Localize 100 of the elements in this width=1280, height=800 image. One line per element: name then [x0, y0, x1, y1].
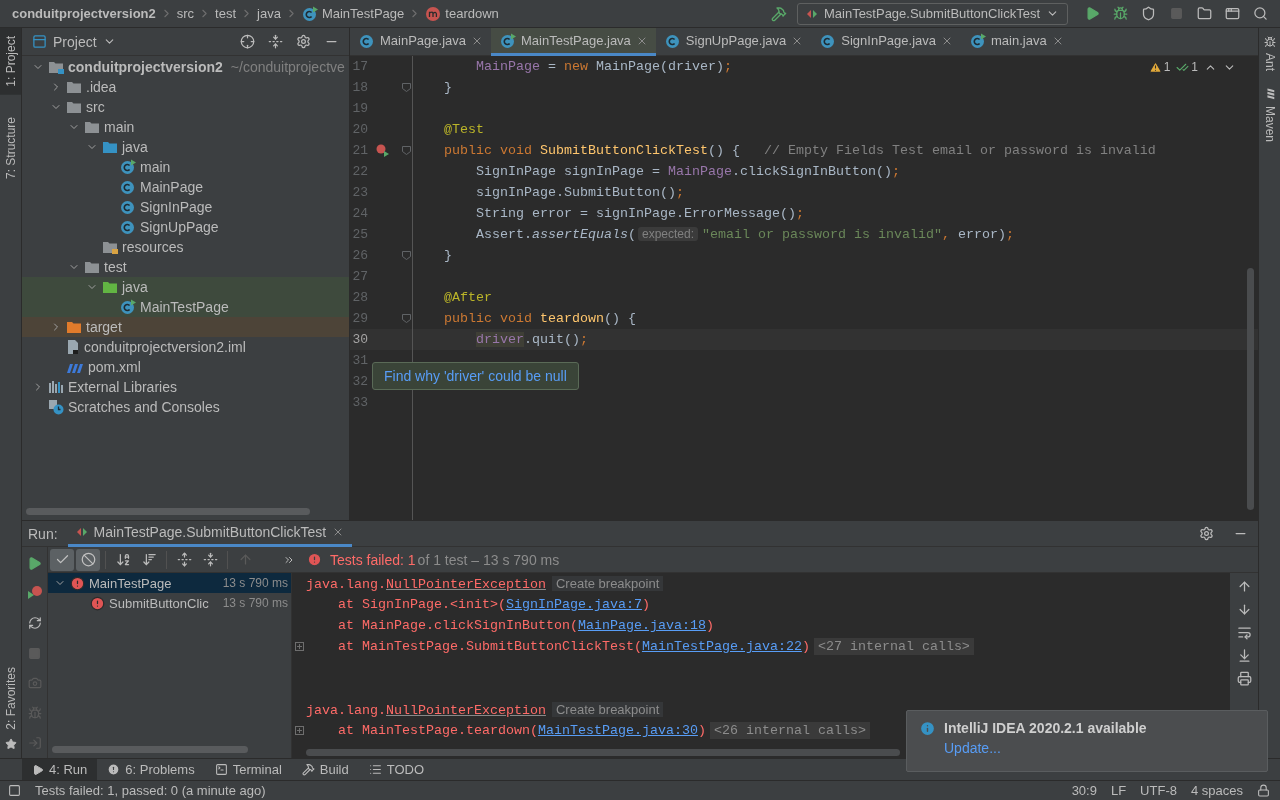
folder-icon: [48, 60, 64, 74]
run-test-icon[interactable]: [376, 143, 390, 158]
file-encoding[interactable]: UTF-8: [1140, 783, 1177, 798]
expand-icon[interactable]: [294, 642, 304, 651]
collapse-icon[interactable]: [267, 34, 283, 49]
stack-trace-link[interactable]: MainTestPage.java:30: [537, 723, 698, 738]
down-arrow-icon[interactable]: [1236, 602, 1252, 617]
tool-window-tab[interactable]: Terminal: [204, 758, 292, 781]
crosshair-icon[interactable]: [239, 34, 255, 49]
play-icon[interactable]: [1084, 6, 1100, 21]
run-configuration-dropdown[interactable]: MainTestPage.SubmitButtonClickTest: [796, 2, 1068, 25]
editor-tab[interactable]: SignUpPage.java: [655, 28, 812, 56]
scrollbar[interactable]: [26, 508, 310, 515]
rerun-failed-icon[interactable]: [26, 585, 43, 601]
tool-window-tab[interactable]: 2: Favorites: [0, 659, 21, 738]
tree-item[interactable]: test: [22, 257, 349, 277]
breadcrumb[interactable]: test: [215, 6, 237, 21]
test-tree-item[interactable]: MainTestPage 13 s 790 ms: [48, 573, 291, 593]
tree-item[interactable]: java: [22, 277, 349, 297]
search-icon[interactable]: [1252, 6, 1268, 21]
stack-trace-link[interactable]: SignInPage.java:7: [505, 597, 642, 612]
tree-item[interactable]: target: [22, 317, 349, 337]
breadcrumb[interactable]: conduitprojectversion2: [12, 6, 156, 21]
caret-position[interactable]: 30:9: [1071, 783, 1097, 798]
tool-window-tab[interactable]: 7: Structure: [0, 108, 21, 187]
tree-item[interactable]: SignUpPage: [22, 217, 349, 237]
folder-icon[interactable]: [1196, 6, 1212, 21]
tree-item[interactable]: main: [22, 117, 349, 137]
weak-warning-count[interactable]: 1: [1176, 60, 1198, 74]
expand-all-icon[interactable]: [176, 552, 192, 567]
tool-window-tab[interactable]: TODO: [358, 758, 435, 781]
refresh-icon[interactable]: [27, 616, 42, 630]
breadcrumb[interactable]: src: [176, 6, 195, 21]
indent-setting[interactable]: 4 spaces: [1190, 783, 1243, 798]
sort-alphabetically-icon[interactable]: [115, 552, 131, 567]
scrollbar[interactable]: [306, 749, 900, 756]
wrap-text-icon[interactable]: [1236, 625, 1252, 640]
tree-item[interactable]: SignInPage: [22, 197, 349, 217]
lock-icon[interactable]: [1257, 784, 1270, 797]
tree-item[interactable]: Scratches and Consoles: [22, 397, 349, 417]
editor-tab[interactable]: MainPage.java: [350, 28, 491, 56]
breadcrumb[interactable]: teardown: [425, 5, 499, 22]
tool-window-tab[interactable]: 6: Problems: [97, 758, 205, 781]
layout-icon[interactable]: [8, 784, 21, 797]
tool-window-tab[interactable]: 1: Project: [0, 28, 21, 95]
tree-item[interactable]: MainTestPage: [22, 297, 349, 317]
code-line: @Test: [443, 122, 484, 137]
expand-icon[interactable]: [294, 726, 304, 735]
settings-icon[interactable]: [295, 34, 311, 49]
settings-icon[interactable]: [1198, 526, 1214, 541]
run-tab[interactable]: MainTestPage.SubmitButtonClickTest: [67, 520, 353, 547]
project-view-dropdown[interactable]: Project: [28, 33, 120, 50]
filter-toggle[interactable]: [76, 548, 100, 571]
window-icon[interactable]: [1224, 6, 1240, 21]
fold-marker-icon[interactable]: [402, 251, 411, 260]
tool-window-tab[interactable]: Maven: [1259, 79, 1280, 151]
build-icon[interactable]: [770, 5, 787, 22]
stack-trace-link[interactable]: MainTestPage.java:22: [641, 639, 802, 654]
line-number: 27: [351, 269, 368, 284]
tool-window-tab[interactable]: Build: [291, 758, 359, 781]
filter-toggle[interactable]: [50, 548, 74, 571]
update-link[interactable]: Update...: [944, 740, 1147, 756]
breadcrumb[interactable]: java: [257, 6, 281, 21]
tooltip-link[interactable]: Find why 'driver' could be null: [372, 362, 579, 390]
tree-item[interactable]: src: [22, 97, 349, 117]
tree-item[interactable]: MainPage: [22, 177, 349, 197]
sort-icon[interactable]: [141, 552, 157, 567]
tool-window-tab[interactable]: 4: Run: [22, 758, 98, 781]
tree-item[interactable]: conduitprojectversion2.iml: [22, 337, 349, 357]
stack-trace-link[interactable]: MainPage.java:18: [577, 618, 706, 633]
tree-item[interactable]: conduitprojectversion2 ~/conduitprojectve: [22, 57, 349, 77]
editor-tab[interactable]: MainTestPage.java: [491, 28, 656, 56]
editor-tab[interactable]: main.java: [961, 28, 1072, 56]
class-icon: [359, 32, 375, 49]
tree-item[interactable]: External Libraries: [22, 377, 349, 397]
bug-icon[interactable]: [1112, 6, 1128, 21]
scrollbar[interactable]: [52, 746, 248, 753]
code-line: Assert.assertEquals( expected: "email or password is invalid", error);: [475, 227, 1014, 242]
fold-marker-icon[interactable]: [402, 83, 411, 92]
editor-tab[interactable]: SignInPage.java: [811, 28, 961, 56]
warning-count[interactable]: 1: [1148, 60, 1171, 74]
fold-marker-icon[interactable]: [402, 314, 411, 323]
tool-window-tab[interactable]: Ant: [1259, 28, 1280, 79]
print-icon[interactable]: [1236, 671, 1252, 686]
tree-item[interactable]: java: [22, 137, 349, 157]
test-tree-item[interactable]: SubmitButtonClic 13 s 790 ms: [48, 593, 291, 613]
folder-icon: [66, 100, 82, 114]
tree-item[interactable]: main: [22, 157, 349, 177]
collapse-all-icon[interactable]: [202, 552, 218, 567]
line-number: 17: [351, 59, 368, 74]
tree-item[interactable]: pom.xml: [22, 357, 349, 377]
fold-marker-icon[interactable]: [402, 146, 411, 155]
test-summary: of 1 test – 13 s 790 ms: [417, 551, 560, 568]
tree-item[interactable]: .idea: [22, 77, 349, 97]
play-icon[interactable]: [27, 555, 42, 571]
scrollbar[interactable]: [1247, 268, 1254, 510]
breadcrumb[interactable]: MainTestPage: [301, 5, 405, 22]
tree-item[interactable]: resources: [22, 237, 349, 257]
line-separator[interactable]: LF: [1110, 783, 1127, 798]
shield-icon[interactable]: [1140, 6, 1156, 21]
